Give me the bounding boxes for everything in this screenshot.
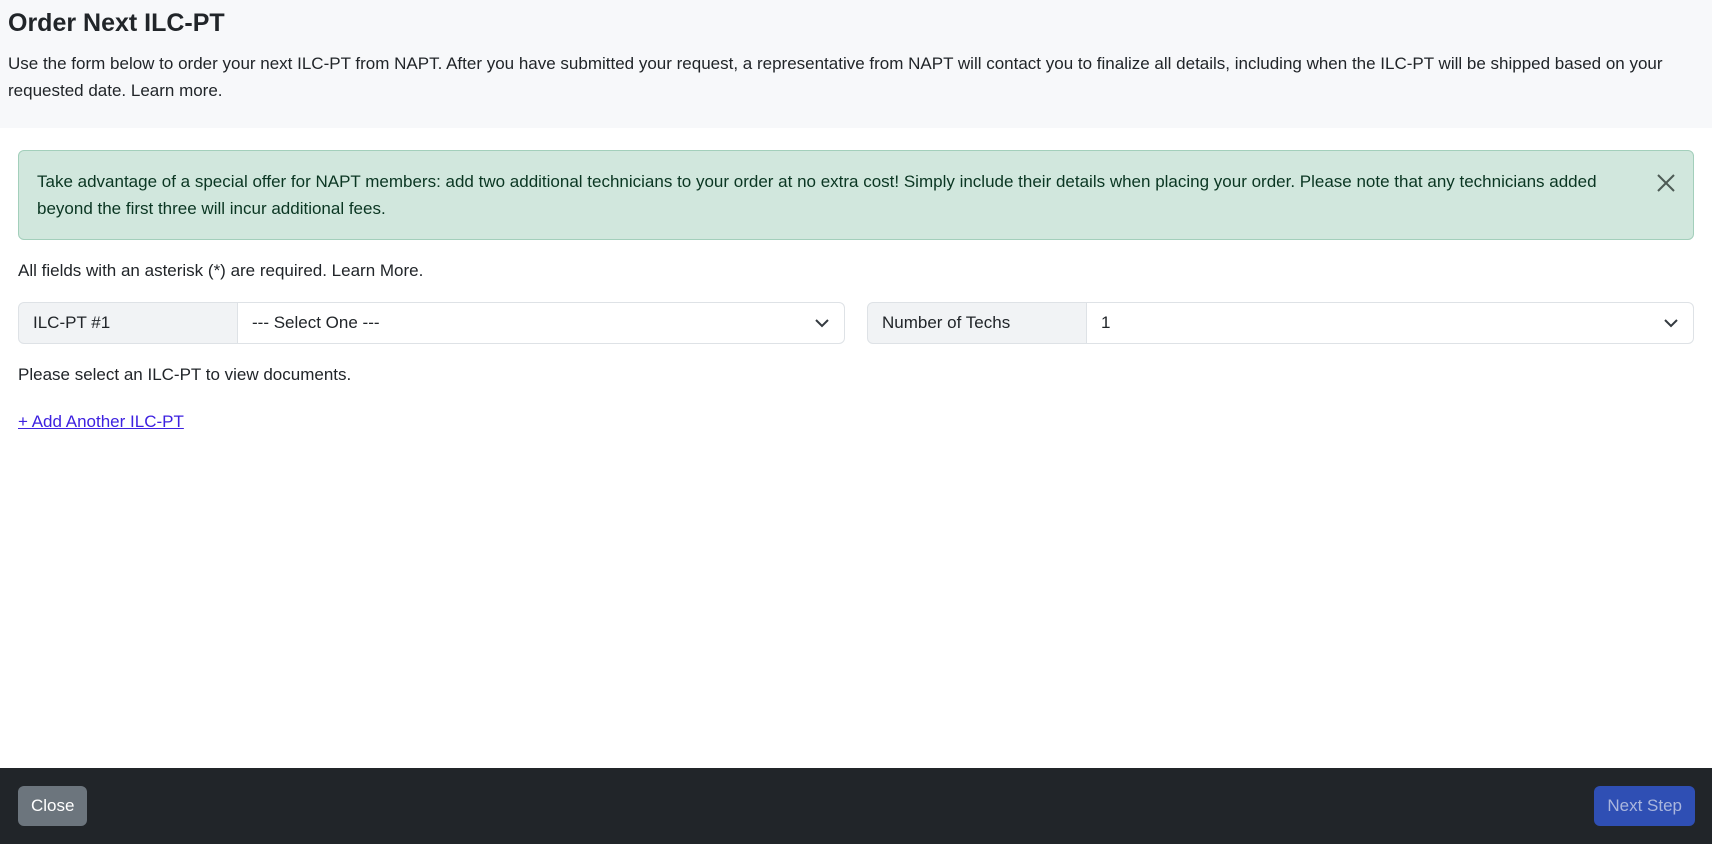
modal-footer: Close Next Step bbox=[0, 768, 1712, 844]
special-offer-alert: Take advantage of a special offer for NA… bbox=[18, 150, 1694, 240]
ilc-pt-select[interactable]: --- Select One --- bbox=[238, 302, 845, 344]
required-fields-note: All fields with an asterisk (*) are requ… bbox=[18, 261, 424, 280]
number-of-techs-label: Number of Techs bbox=[867, 302, 1087, 344]
number-of-techs-select[interactable]: 1 bbox=[1087, 302, 1694, 344]
add-another-ilc-pt-link[interactable]: + Add Another ILC-PT bbox=[18, 412, 184, 432]
ilc-pt-select-value: --- Select One --- bbox=[252, 313, 380, 332]
alert-text: Take advantage of a special offer for NA… bbox=[37, 172, 1597, 218]
intro-text: Use the form below to order your next IL… bbox=[8, 54, 1663, 100]
close-icon[interactable] bbox=[1653, 170, 1679, 196]
documents-note: Please select an ILC-PT to view document… bbox=[18, 365, 352, 384]
modal-body: Take advantage of a special offer for NA… bbox=[0, 128, 1712, 432]
chevron-down-icon bbox=[815, 319, 829, 328]
chevron-down-icon bbox=[1664, 319, 1678, 328]
number-of-techs-value: 1 bbox=[1101, 313, 1111, 332]
modal-header: Order Next ILC-PT Use the form below to … bbox=[0, 0, 1712, 128]
next-step-button[interactable]: Next Step bbox=[1594, 786, 1695, 826]
close-button[interactable]: Close bbox=[18, 786, 88, 826]
page-title: Order Next ILC-PT bbox=[8, 9, 225, 37]
ilc-pt-input-group: ILC-PT #1 --- Select One --- bbox=[18, 302, 845, 344]
ilc-pt-label: ILC-PT #1 bbox=[18, 302, 238, 344]
form-row: ILC-PT #1 --- Select One --- Number of T… bbox=[18, 302, 1694, 344]
number-of-techs-input-group: Number of Techs 1 bbox=[867, 302, 1694, 344]
